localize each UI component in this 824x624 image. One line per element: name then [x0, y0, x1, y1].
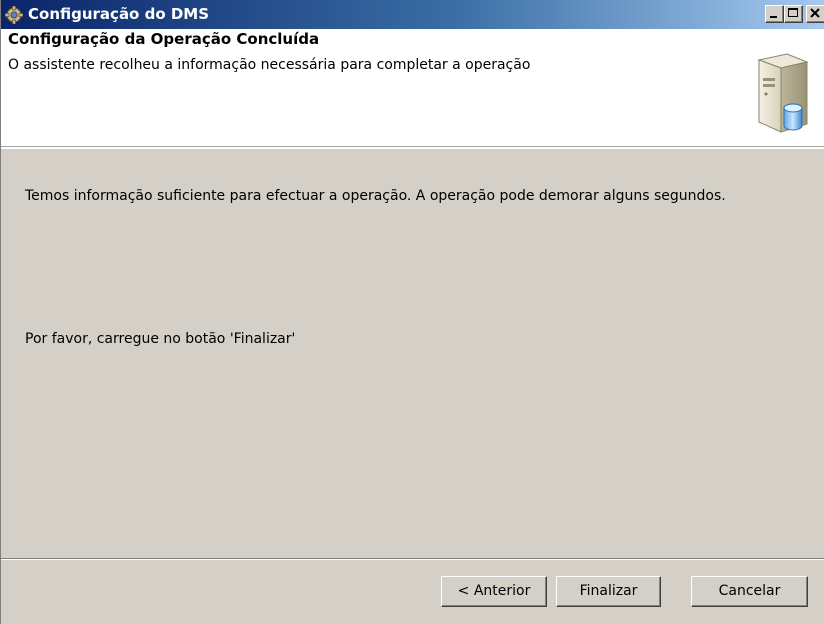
- server-database-icon: [753, 52, 809, 136]
- minimize-icon: [770, 16, 777, 18]
- footer-divider-highlight: [1, 559, 824, 560]
- wizard-header: Configuração da Operação Concluída O ass…: [1, 29, 824, 147]
- dialog-window: Configuração do DMS Configuração da Oper…: [0, 0, 824, 624]
- title-bar[interactable]: Configuração do DMS: [1, 0, 824, 29]
- cancel-button[interactable]: Cancelar: [691, 576, 808, 607]
- page-title: Configuração da Operação Concluída: [8, 30, 320, 48]
- page-subtitle: O assistente recolheu a informação neces…: [8, 57, 531, 73]
- instruction-text: Por favor, carregue no botão 'Finalizar': [25, 331, 296, 347]
- minimize-button[interactable]: [765, 5, 784, 23]
- gear-icon: [4, 5, 24, 25]
- header-divider: [1, 147, 824, 149]
- maximize-button[interactable]: [784, 5, 803, 23]
- info-text: Temos informação suficiente para efectua…: [25, 188, 726, 204]
- close-icon: [810, 8, 820, 18]
- back-button[interactable]: < Anterior: [441, 576, 547, 607]
- finish-button[interactable]: Finalizar: [556, 576, 661, 607]
- window-title: Configuração do DMS: [28, 5, 210, 23]
- close-button[interactable]: [806, 5, 824, 23]
- maximize-icon: [788, 8, 798, 17]
